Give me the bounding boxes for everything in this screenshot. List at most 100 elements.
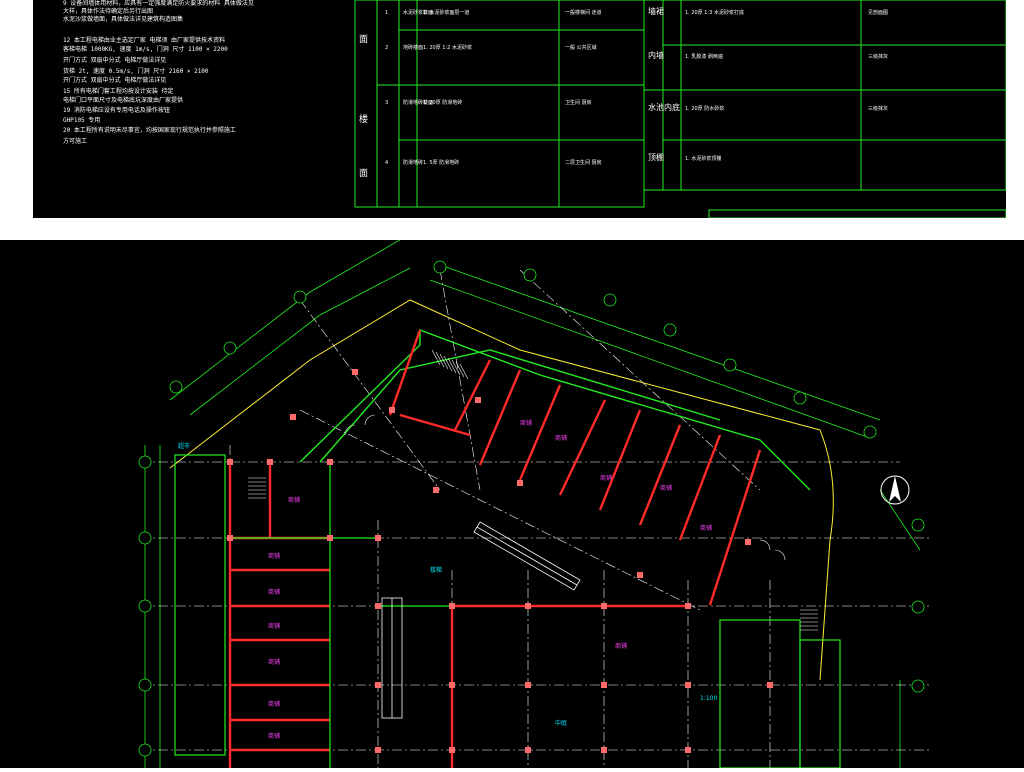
- table-cell-category: 顶棚: [648, 152, 664, 162]
- table-cell-note: 二层卫生间 厨房: [565, 159, 602, 166]
- column: [685, 603, 691, 609]
- table-group-label-2: 楼: [359, 113, 368, 125]
- partition-wall: [598, 409, 642, 511]
- column: [227, 459, 233, 465]
- table-cell-note: 三级抹灰: [868, 53, 888, 60]
- lower-block-walls: [228, 462, 688, 768]
- axis-bubble: [663, 323, 677, 337]
- room-label-shop: 商铺: [600, 474, 612, 482]
- table-group-label-3: 面: [359, 168, 368, 179]
- column: [475, 397, 481, 403]
- room-label-shop: 商铺: [268, 658, 280, 666]
- table-cell-spec: 1. 5厚 防滑地砖: [423, 159, 459, 166]
- table-cell-note: 见剖面图: [868, 9, 888, 16]
- axis-bubble: [223, 341, 237, 355]
- column: [767, 682, 773, 688]
- label-market: 超市: [178, 442, 190, 450]
- table-cell-code: 2: [385, 45, 388, 51]
- materials-table-left-frame: [354, 0, 645, 208]
- table-group-label-1: 面: [359, 34, 368, 45]
- axis-bubble: [863, 425, 877, 439]
- room-label-shop: 商铺: [268, 732, 280, 740]
- axis-bubble: [523, 268, 537, 282]
- column: [352, 369, 358, 375]
- table-cell-code: 4: [385, 160, 388, 166]
- column: [389, 407, 395, 413]
- column: [267, 459, 273, 465]
- design-notes-panel: 9 设备间墙体用材料，应具有一定强度满足防火要求的材料 具体做法见 大样，具体作…: [33, 0, 1006, 218]
- room-label-shop: 商铺: [268, 700, 280, 708]
- axis-bubble: [793, 391, 807, 405]
- table-cell-category: 内墙: [648, 50, 664, 60]
- column: [601, 682, 607, 688]
- columns: [227, 369, 773, 753]
- column: [745, 539, 751, 545]
- table-cell-code: 3: [385, 100, 388, 106]
- room-label-shop: 商铺: [268, 622, 280, 630]
- column: [525, 603, 531, 609]
- table-cell-spec: 1. 20厚 防滑地砖: [423, 99, 462, 106]
- table-cell-type: 地砖楼面: [403, 44, 423, 51]
- table-cell-note: 卫生间 厨房: [565, 99, 592, 106]
- table-cell-note: 一般 公共区域: [565, 44, 597, 51]
- column: [517, 480, 523, 486]
- column: [449, 603, 455, 609]
- axis-bubbles: [138, 260, 925, 757]
- column: [375, 603, 381, 609]
- partition-wall: [708, 449, 762, 606]
- axis-bubble: [293, 290, 307, 304]
- room-label-shop: 商铺: [288, 496, 300, 504]
- axis-bubble: [433, 260, 447, 274]
- partition-wall: [558, 399, 607, 496]
- column: [449, 747, 455, 753]
- table-cell-category: 墙裙: [648, 6, 664, 16]
- room-label-shop: 商铺: [700, 524, 712, 532]
- table-cell-spec: 1. 20厚 1:2 水泥砂浆: [423, 44, 472, 51]
- dimension-lines: [144, 233, 921, 768]
- table-cell-note: 一般楼梯间 走道: [565, 9, 602, 16]
- table-cell-spec: 1. 乳胶漆 刷两遍: [685, 53, 723, 60]
- room-label-shop: 商铺: [268, 588, 280, 596]
- column: [601, 747, 607, 753]
- column: [685, 682, 691, 688]
- table-cell-spec: 1. 20厚 防水砂浆: [685, 105, 724, 112]
- partition-wall: [478, 369, 522, 466]
- axis-bubble: [911, 679, 925, 693]
- axis-bubble: [138, 455, 152, 469]
- room-label-shop: 商铺: [520, 419, 532, 427]
- stairs: [248, 349, 818, 631]
- table-cell-spec: 1. 20厚 1:3 水泥砂浆打底: [685, 9, 744, 16]
- axis-bubble: [911, 600, 925, 614]
- column: [433, 487, 439, 493]
- column: [290, 414, 296, 420]
- axis-bubble: [138, 678, 152, 692]
- column: [637, 572, 643, 578]
- partition-wall: [399, 413, 471, 437]
- escalator: [381, 521, 581, 719]
- column: [601, 603, 607, 609]
- column: [375, 682, 381, 688]
- column: [375, 535, 381, 541]
- partition-wall: [388, 329, 422, 416]
- axis-bubble: [138, 743, 152, 757]
- room-label-shop: 商铺: [268, 552, 280, 560]
- column: [227, 535, 233, 541]
- table-cell-type: 防滑地砖: [403, 159, 423, 166]
- axis-bubble: [138, 531, 152, 545]
- materials-table: 面 楼 面 1 水泥砂浆楼面1. 水泥砂浆面层一道 一般楼梯间 走道2 地砖楼面 1. …: [354, 0, 1006, 218]
- axis-bubble: [603, 293, 617, 307]
- label-open: 中庭: [555, 719, 567, 727]
- column: [449, 682, 455, 688]
- column: [525, 747, 531, 753]
- table-cell-spec: 1. 水泥砂浆面层一道: [423, 9, 469, 16]
- floor-plan-drawing: 商铺商铺商铺商铺商铺商铺商铺商铺商铺商铺商铺商铺商铺 超市 中庭 楼梯 1:10…: [138, 233, 930, 769]
- column: [525, 682, 531, 688]
- room-label-shop: 商铺: [555, 434, 567, 442]
- label-scale: 1:100: [700, 695, 717, 702]
- table-cell-note: 三级抹灰: [868, 105, 888, 112]
- axis-bubble: [169, 380, 183, 394]
- wing-partition-walls: [388, 329, 762, 606]
- axis-bubble: [911, 518, 925, 532]
- table-cell-code: 1: [385, 10, 388, 16]
- north-arrow-icon: [880, 475, 910, 505]
